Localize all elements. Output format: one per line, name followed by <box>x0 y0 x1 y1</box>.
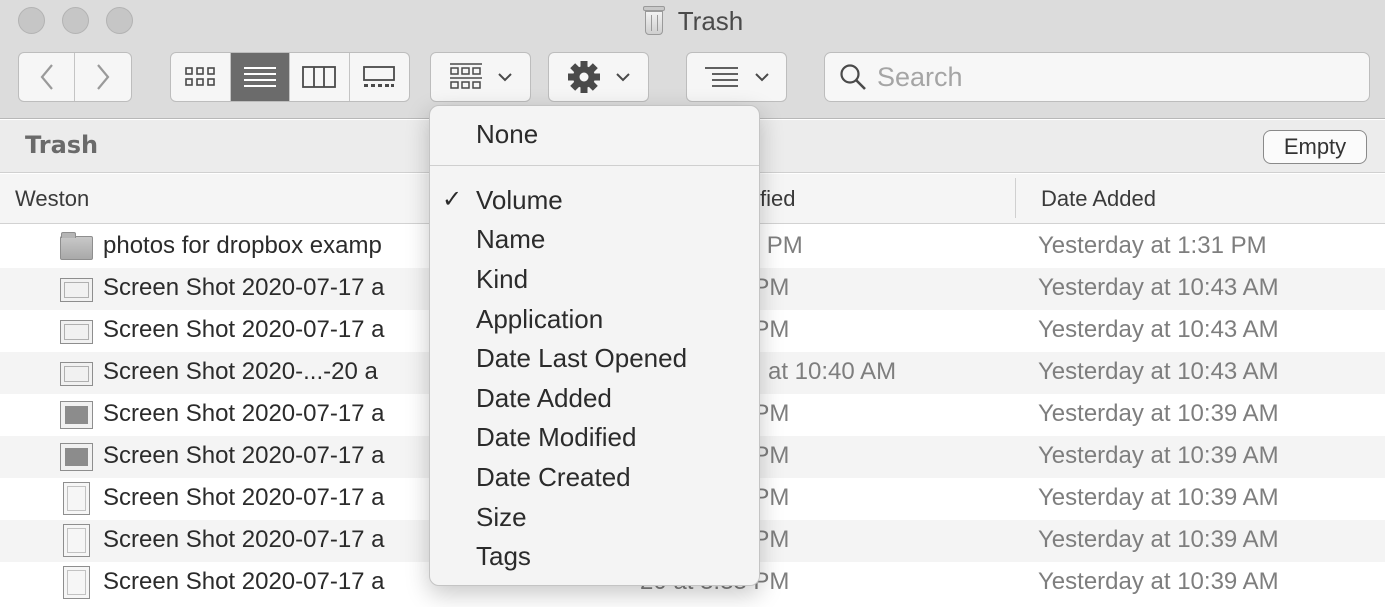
column-view-button[interactable] <box>290 53 350 101</box>
file-name: Screen Shot 2020-07-17 a <box>103 526 385 553</box>
columns-icon <box>302 66 337 88</box>
file-name: Screen Shot 2020-07-17 a <box>103 400 385 427</box>
file-name: Screen Shot 2020-07-17 a <box>103 316 385 343</box>
toolbar: Trash <box>0 0 1385 119</box>
gallery-view-button[interactable] <box>350 53 410 101</box>
menu-item-date-last-opened[interactable]: Date Last Opened <box>476 341 687 375</box>
file-name: Screen Shot 2020-07-17 a <box>103 484 385 511</box>
date-added: Yesterday at 10:39 AM <box>1038 442 1279 469</box>
menu-item-none[interactable]: None <box>476 117 538 151</box>
file-name: Screen Shot 2020-...-20 a <box>103 358 378 385</box>
column-header-name[interactable]: Weston <box>15 186 89 212</box>
navigation-group <box>18 52 132 102</box>
chevron-down-icon <box>754 73 769 82</box>
column-divider[interactable] <box>1015 178 1016 218</box>
image-icon <box>60 401 93 429</box>
empty-trash-button[interactable]: Empty <box>1263 130 1367 164</box>
action-menu-button[interactable] <box>548 52 649 102</box>
gear-icon <box>567 61 600 93</box>
list-view-button[interactable] <box>230 53 290 101</box>
menu-item-name[interactable]: Name <box>476 222 545 256</box>
file-name: Screen Shot 2020-07-17 a <box>103 274 385 301</box>
column-header-date-modified[interactable]: fied <box>760 186 795 212</box>
column-header-date-added[interactable]: Date Added <box>1041 186 1156 212</box>
group-by-menu: None ✓ Volume Name Kind Application Date… <box>429 105 760 586</box>
image-icon <box>60 443 93 471</box>
location-title: Trash <box>25 131 99 159</box>
folder-icon <box>60 232 93 260</box>
back-button[interactable] <box>19 53 76 101</box>
date-added: Yesterday at 10:43 AM <box>1038 316 1279 343</box>
screenshot-icon <box>60 362 93 386</box>
menu-item-kind[interactable]: Kind <box>476 262 528 296</box>
menu-separator <box>430 165 759 166</box>
trash-icon <box>642 6 666 36</box>
search-field[interactable] <box>824 52 1370 102</box>
date-added: Yesterday at 10:43 AM <box>1038 274 1279 301</box>
sort-options-button[interactable] <box>686 52 787 102</box>
search-icon <box>840 64 866 90</box>
menu-item-date-created[interactable]: Date Created <box>476 460 631 494</box>
date-added: Yesterday at 10:39 AM <box>1038 400 1279 427</box>
group-by-button[interactable] <box>430 52 531 102</box>
date-added: Yesterday at 1:31 PM <box>1038 232 1267 259</box>
chevron-down-icon <box>497 73 512 82</box>
list-lines-icon <box>243 67 276 87</box>
chevron-left-icon <box>40 64 53 90</box>
sort-lines-icon <box>704 67 738 87</box>
document-icon <box>63 482 90 515</box>
date-added: Yesterday at 10:39 AM <box>1038 568 1279 595</box>
screenshot-icon <box>60 278 93 302</box>
gallery-icon <box>363 66 396 87</box>
date-added: Yesterday at 10:39 AM <box>1038 526 1279 553</box>
menu-item-application[interactable]: Application <box>476 302 603 336</box>
checkmark-icon: ✓ <box>442 186 463 213</box>
menu-item-date-added[interactable]: Date Added <box>476 381 612 415</box>
icon-view-button[interactable] <box>171 53 231 101</box>
date-added: Yesterday at 10:39 AM <box>1038 484 1279 511</box>
search-input[interactable] <box>877 61 1357 93</box>
chevron-right-icon <box>97 64 110 90</box>
document-icon <box>63 566 90 599</box>
date-added: Yesterday at 10:43 AM <box>1038 358 1279 385</box>
file-name: Screen Shot 2020-07-17 a <box>103 442 385 469</box>
group-grid-icon <box>449 63 482 89</box>
chevron-down-icon <box>615 73 630 82</box>
screenshot-icon <box>60 320 93 344</box>
menu-item-tags[interactable]: Tags <box>476 539 531 573</box>
menu-item-volume[interactable]: Volume <box>476 183 563 217</box>
view-mode-group <box>170 52 410 102</box>
document-icon <box>63 524 90 557</box>
file-name: Screen Shot 2020-07-17 a <box>103 568 385 595</box>
window-title-label: Trash <box>677 5 744 36</box>
file-name: photos for dropbox examp <box>103 232 382 259</box>
menu-item-size[interactable]: Size <box>476 500 527 534</box>
window-title: Trash <box>0 4 1385 38</box>
menu-item-date-modified[interactable]: Date Modified <box>476 420 636 454</box>
forward-button[interactable] <box>75 53 131 101</box>
icon-grid-icon <box>185 67 216 86</box>
